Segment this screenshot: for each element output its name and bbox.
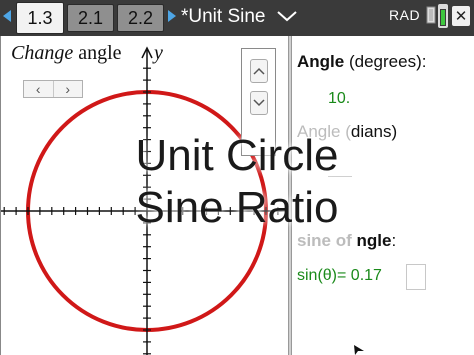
sine-faded-text: sine of — [297, 231, 357, 250]
increase-angle-button[interactable]: › — [52, 81, 83, 97]
battery-level — [441, 10, 445, 25]
tab-bar: 1.3 2.1 2.2 *Unit Sine RAD ✕ — [0, 0, 474, 36]
y-axis-label: y — [154, 42, 163, 64]
stepper-up-button[interactable] — [250, 59, 268, 83]
close-icon[interactable]: ✕ — [452, 6, 470, 26]
chevron-up-icon — [253, 67, 265, 75]
change-word: Change — [11, 42, 74, 64]
angle-mode-label: RAD — [389, 7, 421, 23]
tab-1-3[interactable]: 1.3 — [16, 2, 64, 34]
pointer-cursor-icon — [354, 345, 364, 355]
tab-label: 2.2 — [127, 7, 154, 28]
notes-pane[interactable]: Angle (degrees): 10. Angle (dians) sine … — [292, 36, 474, 355]
tab-label: 1.3 — [27, 7, 53, 28]
angle-radians-heading: Angle (dians) — [297, 122, 397, 142]
angle-units: (degrees): — [348, 52, 427, 71]
angle-value: 10. — [328, 90, 351, 107]
sine-bold-text: ngle — [356, 231, 392, 250]
decrease-angle-button[interactable]: ‹ — [24, 81, 53, 97]
angle-degrees-heading: Angle (degrees): — [297, 52, 426, 72]
vertical-stepper[interactable] — [241, 48, 276, 156]
pencil-icon — [426, 6, 436, 24]
radians-faded-text: Angle ( — [297, 122, 351, 141]
radians-visible-text: dians) — [350, 122, 398, 141]
previous-page-arrow-icon[interactable] — [3, 10, 11, 22]
tab-label: 2.1 — [77, 7, 104, 28]
sine-formula: sin(θ)= 0.17 — [297, 267, 382, 284]
battery-icon — [438, 4, 448, 28]
angle-word: angle — [78, 42, 122, 64]
graph-pane[interactable]: Change angle y ‹ › — [0, 36, 288, 355]
sine-colon: : — [391, 231, 397, 250]
formula-input-box[interactable] — [406, 264, 426, 290]
chevron-down-icon[interactable] — [276, 9, 298, 23]
calculator-screen: 1.3 2.1 2.2 *Unit Sine RAD ✕ Change angl… — [0, 0, 474, 355]
tab-2-2[interactable]: 2.2 — [117, 4, 164, 32]
stepper-down-button[interactable] — [250, 91, 268, 115]
radians-value-placeholder — [328, 176, 352, 177]
sine-heading: sine of ngle: — [297, 231, 396, 251]
chevron-down-icon — [253, 99, 265, 107]
angle-slider-arrows[interactable]: ‹ › — [23, 80, 83, 98]
document-title[interactable]: *Unit Sine — [181, 6, 266, 28]
next-page-arrow-icon[interactable] — [168, 10, 176, 22]
tab-2-1[interactable]: 2.1 — [67, 4, 114, 32]
change-angle-label: Change angle — [11, 42, 122, 65]
angle-label: Angle — [297, 52, 345, 71]
